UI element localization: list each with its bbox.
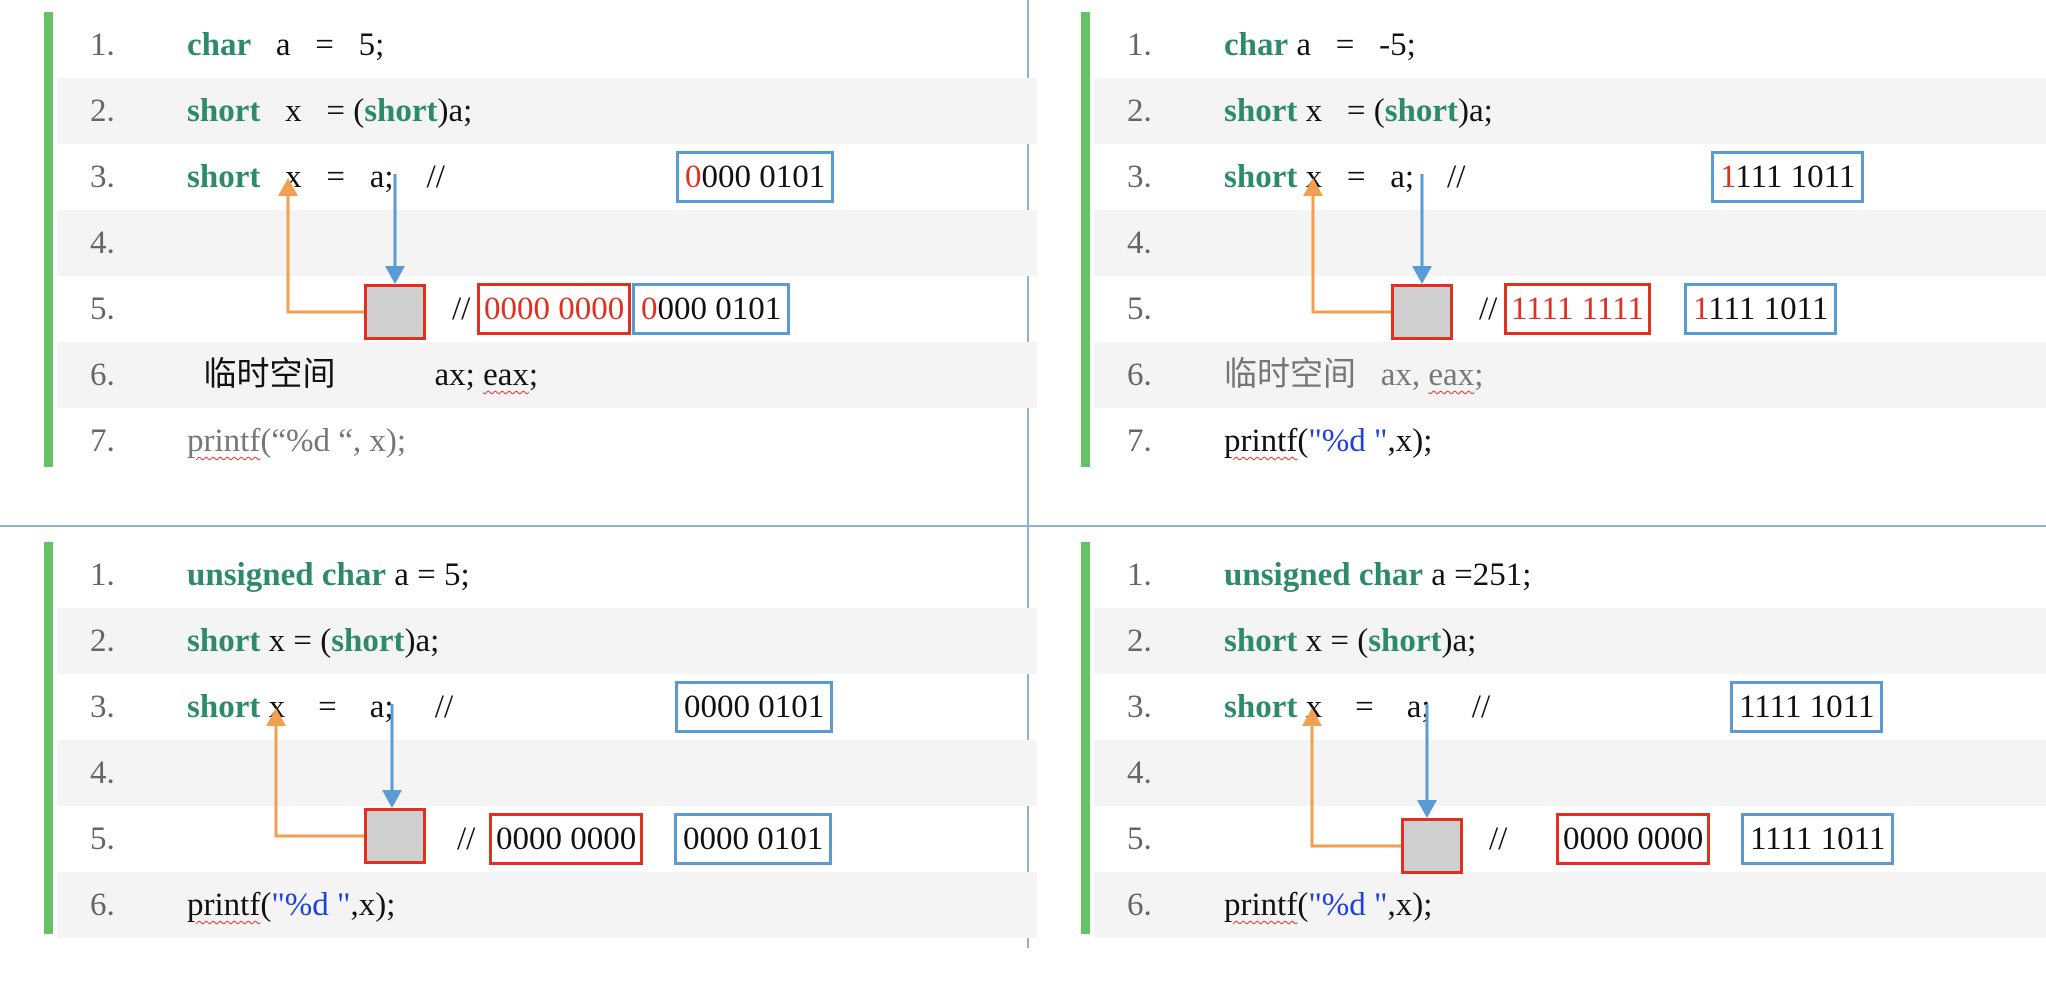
orange-arrow-head	[266, 708, 286, 726]
blue-arrow-head	[382, 790, 402, 808]
horizontal-divider	[0, 525, 2046, 527]
orange-arrow-line	[274, 712, 364, 838]
flow-arrows	[278, 174, 405, 314]
orange-arrow-line	[1311, 182, 1391, 314]
orange-arrow-line	[1310, 712, 1401, 848]
orange-arrow-head	[278, 178, 298, 196]
flow-arrows	[1302, 704, 1437, 848]
blue-arrow-head	[385, 266, 405, 284]
flow-arrows	[1303, 174, 1432, 314]
flow-arrows	[266, 704, 402, 838]
orange-arrow-head	[1302, 708, 1322, 726]
orange-arrow-line	[286, 182, 364, 314]
blue-arrow-head	[1417, 800, 1437, 818]
orange-arrow-head	[1303, 178, 1323, 196]
blue-arrow-head	[1412, 266, 1432, 284]
